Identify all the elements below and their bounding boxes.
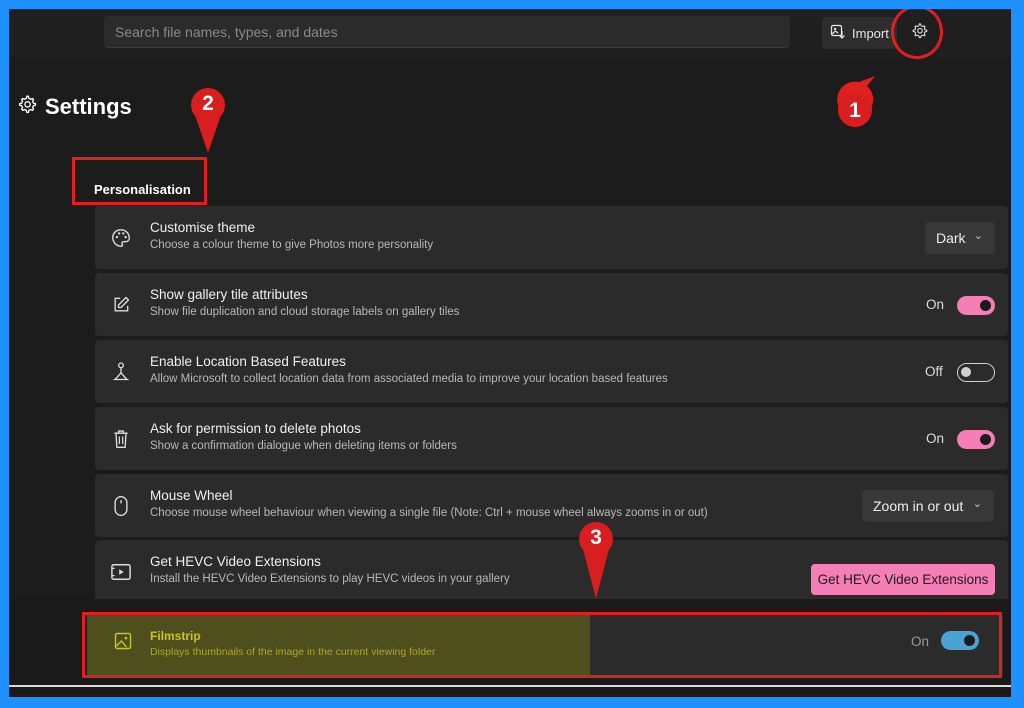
setting-description: Show a confirmation dialogue when deleti… bbox=[150, 440, 457, 452]
setting-title: Enable Location Based Features bbox=[150, 354, 346, 369]
mouse-wheel-dropdown[interactable]: Zoom in or out ⌄ bbox=[862, 490, 994, 522]
chevron-down-icon: ⌄ bbox=[973, 230, 983, 242]
palette-icon bbox=[109, 226, 133, 250]
annotation-marker-2: 2 bbox=[186, 87, 230, 153]
setting-description: Allow Microsoft to collect location data… bbox=[150, 373, 668, 385]
setting-title: Ask for permission to delete photos bbox=[150, 421, 361, 436]
setting-title: Customise theme bbox=[150, 220, 256, 235]
setting-title: Show gallery tile attributes bbox=[150, 287, 308, 302]
annotation-marker-3: 3 bbox=[574, 521, 618, 599]
setting-description: Install the HEVC Video Extensions to pla… bbox=[150, 573, 510, 585]
search-box[interactable] bbox=[104, 16, 790, 48]
search-input[interactable] bbox=[104, 16, 777, 48]
mouse-wheel-dropdown-value: Zoom in or out bbox=[873, 498, 964, 514]
theme-dropdown-value: Dark bbox=[936, 230, 966, 246]
section-highlight-box bbox=[72, 157, 207, 205]
page-title-text: Settings bbox=[45, 94, 132, 119]
setting-location-features: Enable Location Based Features Allow Mic… bbox=[95, 340, 1008, 403]
section-label: Personalisation bbox=[94, 182, 191, 197]
import-label: Import bbox=[852, 25, 889, 41]
edit-square-icon bbox=[109, 293, 133, 317]
gear-icon bbox=[17, 94, 37, 120]
setting-description: Choose mouse wheel behaviour when viewin… bbox=[150, 507, 708, 519]
photos-app-window: Import Settings Personalisation Customis… bbox=[9, 9, 1011, 697]
filmstrip-highlight-box bbox=[82, 612, 1002, 678]
setting-gallery-tile-attributes: Show gallery tile attributes Show file d… bbox=[95, 273, 1008, 336]
chevron-down-icon: ⌄ bbox=[972, 498, 982, 510]
annotation-number: 3 bbox=[590, 526, 602, 549]
toggle-state-label: On bbox=[926, 431, 945, 446]
setting-title: Get HEVC Video Extensions bbox=[150, 554, 321, 569]
setting-mouse-wheel: Mouse Wheel Choose mouse wheel behaviour… bbox=[95, 474, 1008, 537]
get-hevc-extensions-button[interactable]: Get HEVC Video Extensions bbox=[811, 564, 995, 595]
trash-icon bbox=[109, 427, 133, 451]
setting-description: Choose a colour theme to give Photos mor… bbox=[150, 239, 434, 251]
setting-description: Show file duplication and cloud storage … bbox=[150, 306, 460, 318]
toggle-state-label: Off bbox=[925, 364, 943, 379]
location-person-icon bbox=[109, 360, 133, 384]
video-icon bbox=[109, 560, 133, 584]
page-title: Settings bbox=[17, 94, 132, 120]
toggle-state-label: On bbox=[926, 297, 945, 312]
setting-delete-permission: Ask for permission to delete photos Show… bbox=[95, 407, 1008, 470]
location-features-toggle[interactable] bbox=[957, 363, 995, 382]
delete-permission-toggle[interactable] bbox=[957, 430, 995, 449]
import-icon bbox=[830, 24, 846, 43]
divider bbox=[9, 685, 1011, 687]
gallery-tile-attributes-toggle[interactable] bbox=[957, 296, 995, 315]
mouse-icon bbox=[109, 494, 133, 518]
annotation-marker-1: 1 bbox=[835, 74, 879, 128]
import-button[interactable]: Import bbox=[822, 17, 897, 49]
setting-customise-theme: Customise theme Choose a colour theme to… bbox=[95, 206, 1008, 269]
setting-title: Mouse Wheel bbox=[150, 488, 233, 503]
annotation-number: 2 bbox=[202, 92, 214, 115]
annotation-number: 1 bbox=[849, 99, 861, 122]
highlight-circle bbox=[891, 9, 943, 59]
theme-dropdown[interactable]: Dark ⌄ bbox=[925, 222, 995, 254]
top-bar: Import bbox=[9, 9, 1011, 59]
